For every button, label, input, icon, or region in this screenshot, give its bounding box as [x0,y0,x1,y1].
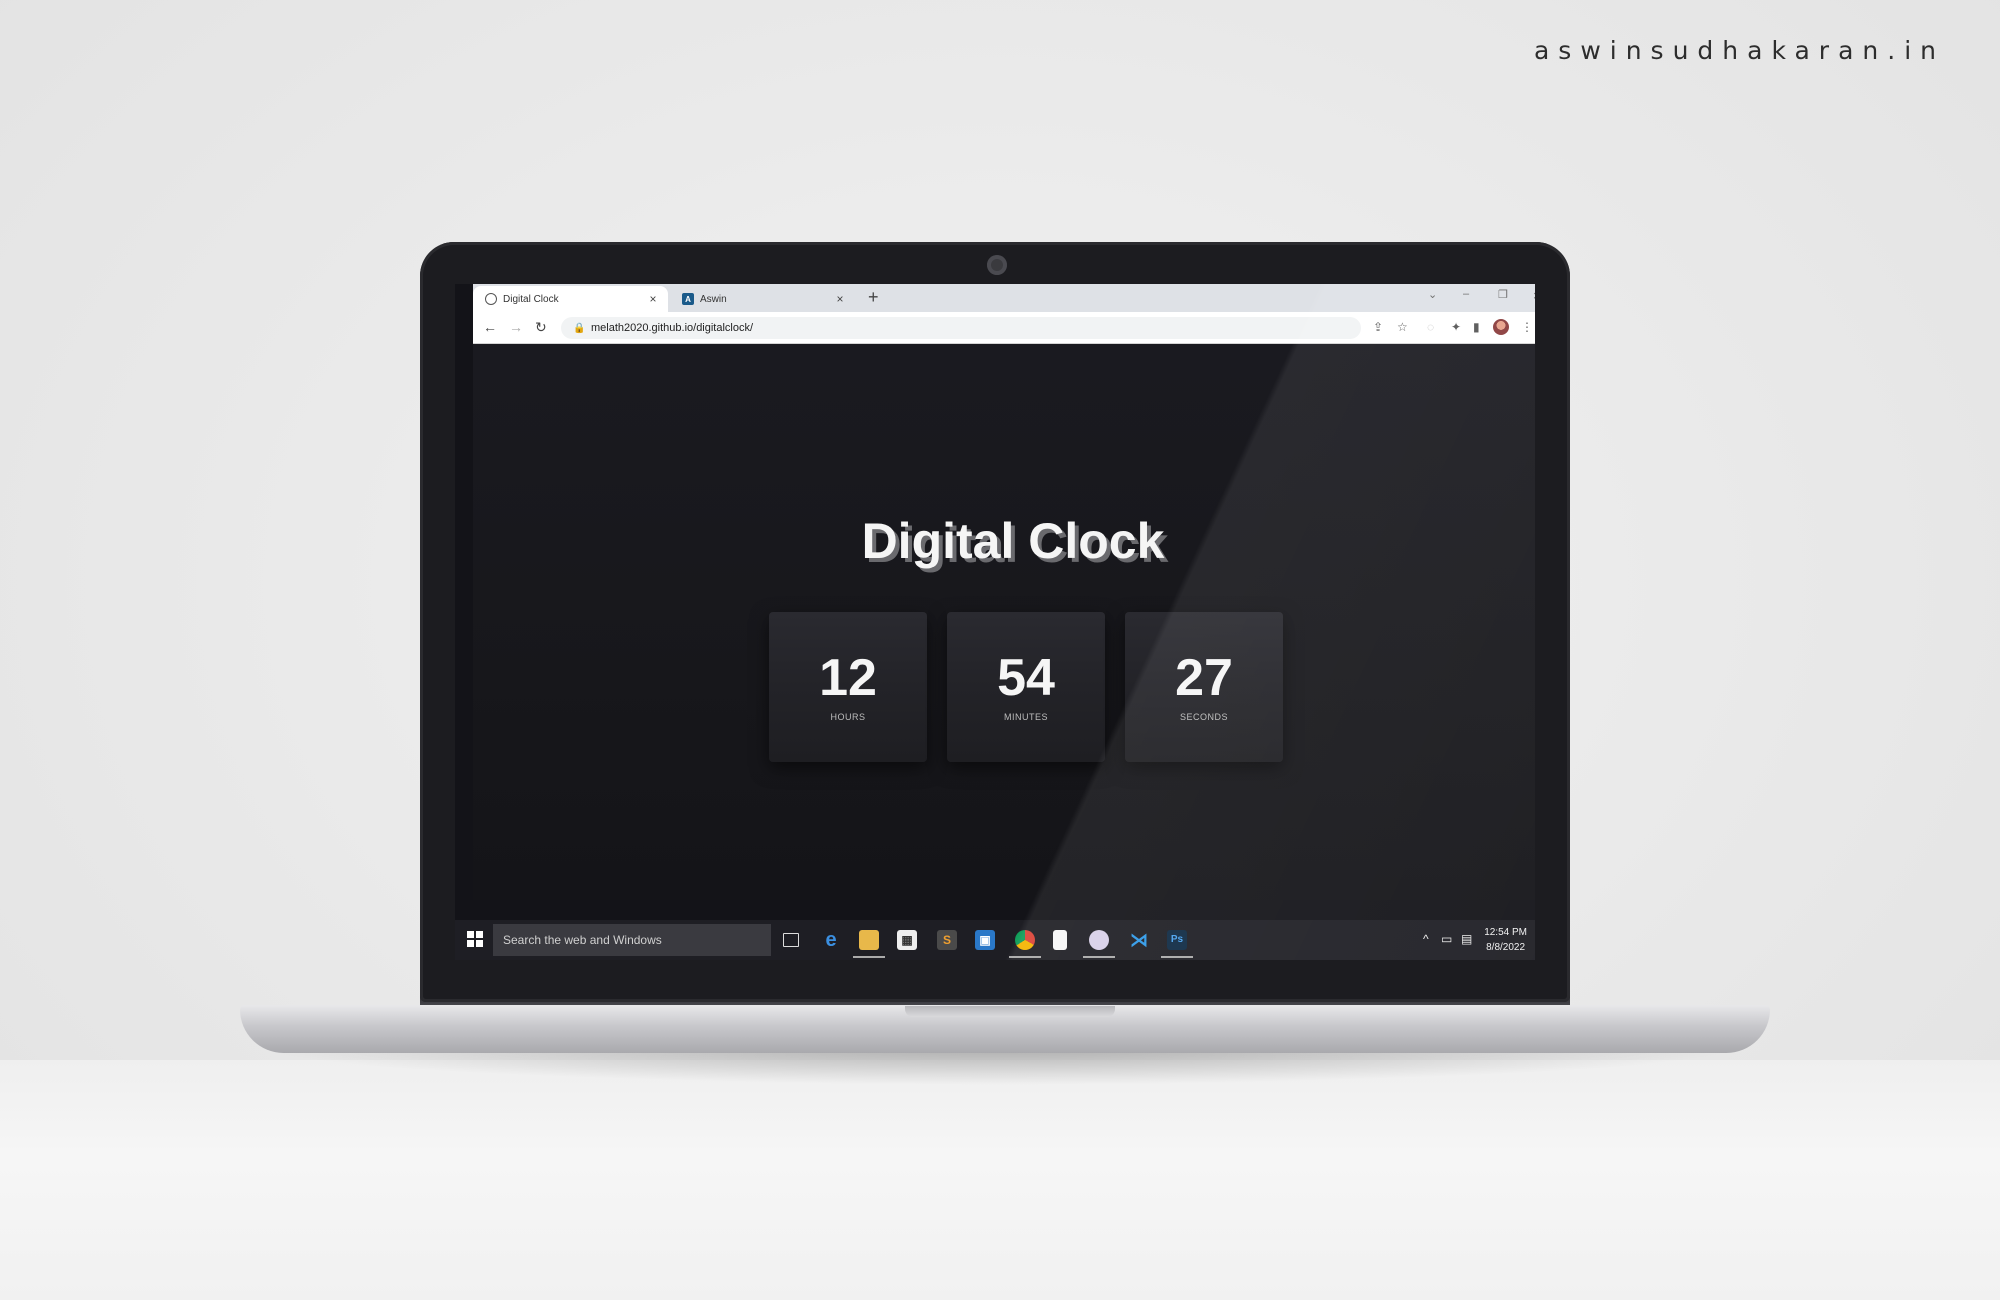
close-window-button[interactable]: × [1533,288,1535,303]
chevron-up-icon[interactable]: ^ [1423,932,1429,946]
minimize-button[interactable]: – [1463,288,1469,300]
tab-title: Aswin [700,293,727,305]
outlook-icon[interactable]: ▣ [975,930,995,950]
site-logo-icon: A [682,293,694,305]
extensions-puzzle-icon[interactable]: ✦ [1451,320,1461,334]
back-button[interactable]: ← [483,319,497,335]
photoshop-icon[interactable]: Ps [1161,930,1193,958]
minutes-value: 54 [997,649,1055,707]
vscode-icon[interactable]: ⋊ [1129,930,1149,950]
seconds-card: 27 SECONDS [1125,612,1283,762]
paint-icon[interactable] [1083,930,1115,958]
share-icon[interactable]: ⇪ [1373,320,1383,334]
tab-title: Digital Clock [503,293,559,305]
laptop-opening-notch [905,1006,1115,1017]
globe-icon [485,293,497,305]
windows-taskbar: Search the web and Windows e ▦ S ▣ ⋊ Ps … [455,920,1535,960]
restore-button[interactable]: ❐ [1498,288,1508,301]
page-title: Digital Clock [861,513,1165,569]
tab-aswin[interactable]: A Aswin × [670,286,855,312]
hours-card: 12 HOURS [769,612,927,762]
notification-icon[interactable]: ▤ [1461,932,1472,946]
browser-toolbar: ← → ↻ 🔒 melath2020.github.io/digitalcloc… [473,312,1535,344]
taskbar-date: 8/8/2022 [1486,942,1526,953]
minutes-label: MINUTES [1004,712,1048,722]
side-panel-icon[interactable]: ▮ [1473,320,1480,334]
web-page: Digital Clock 12 HOURS 54 MINUTES 27 SEC… [473,344,1535,900]
forward-button[interactable]: → [509,319,523,335]
laptop-screen: Digital Clock × A Aswin × + ⌄ – ❐ × ← → … [455,284,1535,960]
laptop-lid: Digital Clock × A Aswin × + ⌄ – ❐ × ← → … [420,242,1570,1002]
lock-icon: 🔒 [573,322,586,334]
minutes-card: 54 MINUTES [947,612,1105,762]
edge-icon[interactable]: e [821,930,841,950]
webcam [987,255,1007,275]
windows-start-icon[interactable] [467,931,483,947]
file-icon[interactable] [1053,930,1067,950]
taskbar-search-input[interactable]: Search the web and Windows [493,924,771,956]
browser-tab-bar: Digital Clock × A Aswin × + ⌄ – ❐ × [473,284,1535,312]
hours-label: HOURS [830,712,866,722]
taskbar-time: 12:54 PM [1484,927,1527,938]
reload-button[interactable]: ↻ [535,319,547,336]
profile-avatar[interactable] [1493,319,1509,335]
taskbar-clock[interactable]: 12:54 PM 8/8/2022 [1484,925,1527,955]
hours-value: 12 [819,649,877,707]
seconds-label: SECONDS [1179,712,1228,722]
chrome-icon[interactable] [1009,930,1041,958]
extension-icon[interactable]: ◌ [1427,320,1434,334]
floor [0,1060,2000,1300]
tab-digital-clock[interactable]: Digital Clock × [473,286,668,312]
site-watermark: aswinsudhakaran.in [1533,36,1945,65]
task-view-icon[interactable] [783,933,799,947]
tab-close-button[interactable]: × [831,292,849,306]
store-icon[interactable]: ▦ [897,930,917,950]
url-text: melath2020.github.io/digitalclock/ [591,322,754,334]
bookmark-star-icon[interactable]: ☆ [1397,320,1408,334]
tab-close-button[interactable]: × [644,292,662,306]
seconds-value: 27 [1175,649,1233,707]
sublime-icon[interactable]: S [937,930,957,950]
address-bar[interactable]: 🔒 melath2020.github.io/digitalclock/ [561,317,1361,339]
file-explorer-icon[interactable] [853,930,885,958]
battery-icon[interactable]: ▭ [1441,932,1452,946]
new-tab-button[interactable]: + [868,287,879,308]
menu-kebab-icon[interactable]: ⋮ [1521,320,1533,334]
tab-search-icon[interactable]: ⌄ [1428,288,1437,301]
